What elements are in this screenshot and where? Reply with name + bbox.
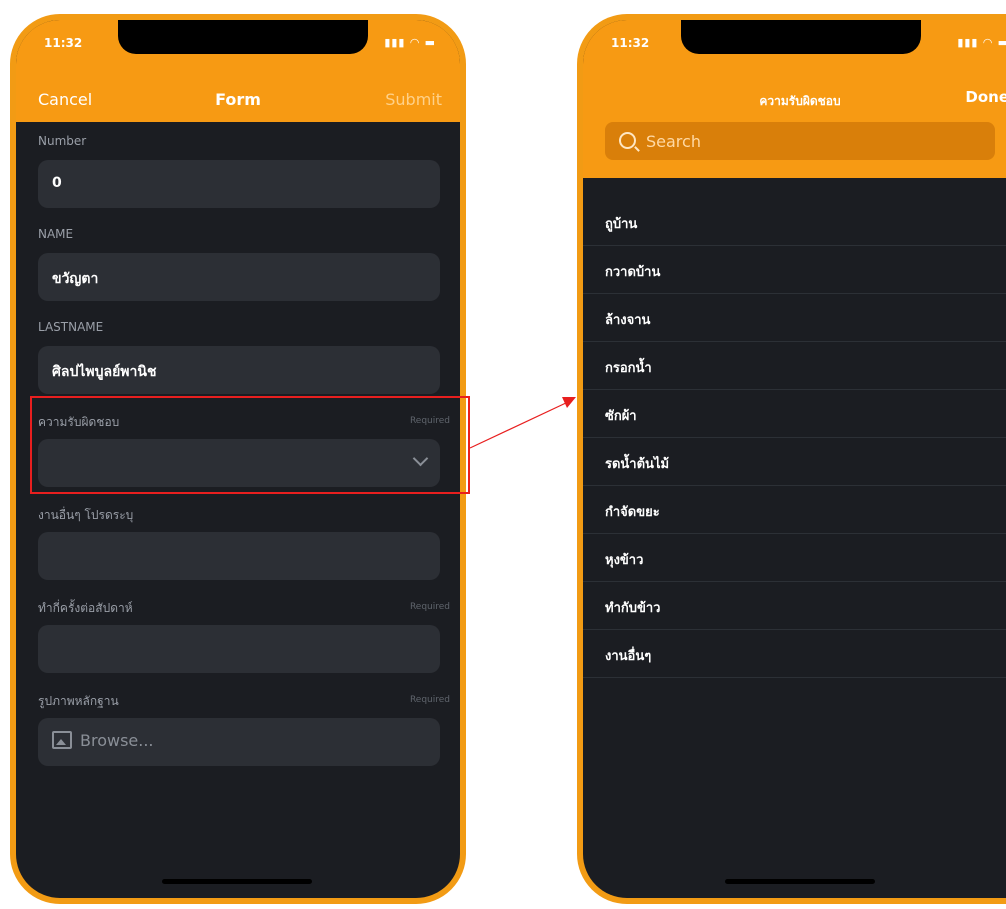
list-item[interactable]: รดน้ำต้นไม้	[583, 438, 1006, 486]
list-item[interactable]: กรอกน้ำ	[583, 342, 1006, 390]
name-field[interactable]: ขวัญตา	[38, 253, 440, 301]
list-item[interactable]: หุงข้าว	[583, 534, 1006, 582]
image-icon	[52, 731, 72, 749]
browse-button[interactable]: Browse...	[38, 718, 440, 766]
other-work-label: งานอื่นๆ โปรดระบุ	[38, 508, 134, 522]
list-item[interactable]: ถูบ้าน	[583, 198, 1006, 246]
notch	[118, 20, 368, 54]
done-button[interactable]: Done	[965, 88, 1006, 106]
number-label: Number	[38, 134, 87, 148]
picker-title: ความรับผิดชอบ	[759, 94, 841, 108]
list-item[interactable]: ล้างจาน	[583, 294, 1006, 342]
required-badge: Required	[409, 602, 450, 612]
search-placeholder: Search	[646, 132, 701, 151]
lastname-field[interactable]: ศิลปไพบูลย์พานิช	[38, 346, 440, 394]
submit-button[interactable]: Submit	[385, 90, 442, 109]
list-item[interactable]: ทำกับข้าว	[583, 582, 1006, 630]
required-badge: Required	[409, 695, 450, 705]
number-field[interactable]: 0	[38, 160, 440, 208]
notch	[681, 20, 921, 54]
signal-wifi-battery-icon: ▮▮▮ ◠ ▬	[957, 36, 1006, 49]
lastname-label: LASTNAME	[38, 320, 104, 334]
times-per-week-label: ทำกี่ครั้งต่อสัปดาห์	[38, 601, 133, 615]
other-work-field[interactable]	[38, 532, 440, 580]
list-item[interactable]: ซักผ้า	[583, 390, 1006, 438]
evidence-photo-label: รูปภาพหลักฐาน	[38, 694, 119, 708]
home-indicator	[162, 879, 312, 884]
search-icon	[619, 132, 636, 149]
signal-wifi-battery-icon: ▮▮▮ ◠ ▬	[384, 36, 436, 49]
search-input[interactable]: Search	[605, 122, 995, 160]
name-label: NAME	[38, 227, 74, 241]
times-per-week-field[interactable]	[38, 625, 440, 673]
list-item[interactable]: งานอื่นๆ	[583, 630, 1006, 678]
highlight-box	[30, 396, 470, 494]
browse-label: Browse...	[80, 731, 154, 750]
status-time: 11:32	[44, 36, 83, 50]
picker-phone: 11:32 ▮▮▮ ◠ ▬ ความรับผิดชอบ Done Search …	[577, 14, 1006, 904]
list-item[interactable]: กำจัดขยะ	[583, 486, 1006, 534]
options-list: ถูบ้าน กวาดบ้าน ล้างจาน กรอกน้ำ ซักผ้า ร…	[583, 198, 1006, 678]
status-time: 11:32	[611, 36, 650, 50]
home-indicator	[725, 879, 875, 884]
list-item[interactable]: กวาดบ้าน	[583, 246, 1006, 294]
